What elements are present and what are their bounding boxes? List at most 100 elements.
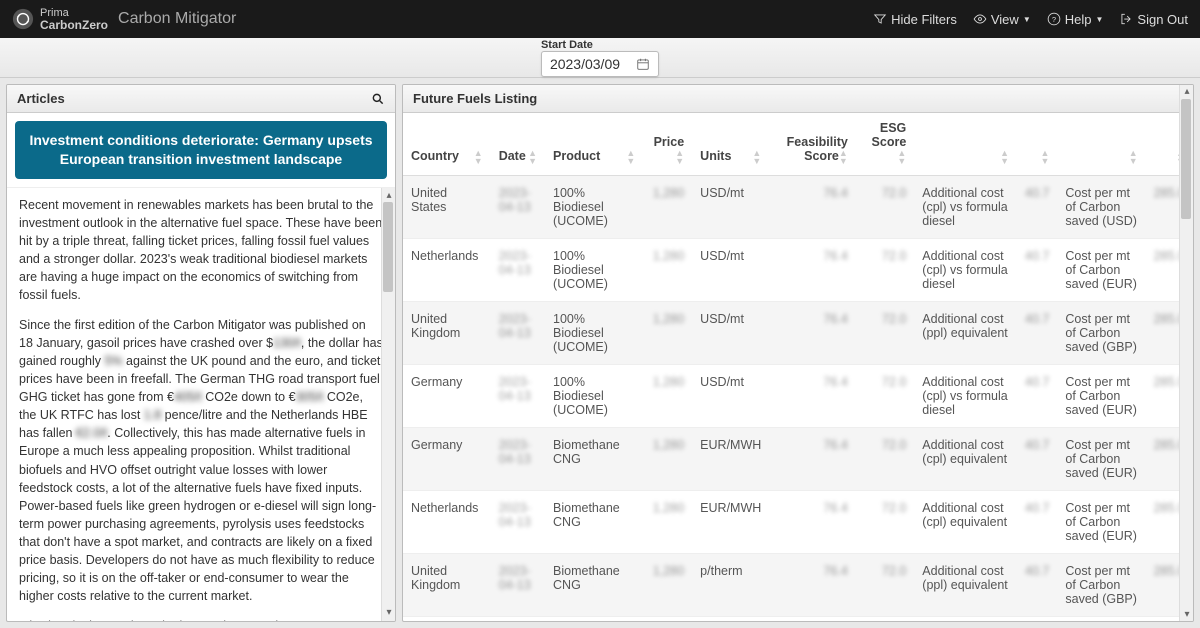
sort-icon[interactable]: ▲▼	[1040, 149, 1049, 165]
cell-country: United States	[403, 176, 491, 239]
cell-feasibility: 76.4	[769, 617, 856, 622]
col-extra2[interactable]: ▲▼	[1057, 113, 1145, 176]
cell-extra1-val: 40.7	[1017, 176, 1057, 239]
table-row[interactable]: United States2023-04-13Biomethane CNG1,2…	[403, 617, 1193, 622]
app-title: Carbon Mitigator	[118, 10, 236, 28]
cell-country: Germany	[403, 365, 491, 428]
cell-extra2: Cost per mt of Carbon saved (EUR)	[1057, 365, 1145, 428]
sort-icon[interactable]: ▲▼	[752, 149, 761, 165]
cell-date: 2023-04-13	[491, 239, 545, 302]
calendar-icon	[636, 57, 650, 71]
sort-icon[interactable]: ▲▼	[1000, 149, 1009, 165]
cell-extra1: Additional cost (cpl) equivalent	[914, 428, 1017, 491]
cell-feasibility: 76.4	[769, 176, 856, 239]
help-menu[interactable]: ? Help ▼	[1047, 12, 1104, 27]
sign-out-button[interactable]: Sign Out	[1119, 12, 1188, 27]
articles-title: Articles	[17, 91, 65, 106]
col-product[interactable]: Product▲▼	[545, 113, 643, 176]
sort-icon[interactable]: ▲▼	[897, 149, 906, 165]
sort-icon[interactable]: ▲▼	[626, 149, 635, 165]
cell-feasibility: 76.4	[769, 428, 856, 491]
col-extra1[interactable]: ▲▼	[914, 113, 1017, 176]
cell-esg: 72.0	[856, 428, 914, 491]
sort-icon[interactable]: ▲▼	[1129, 149, 1138, 165]
sign-out-icon	[1119, 12, 1133, 26]
cell-extra1: Additional cost (cpl) vs formula diesel	[914, 239, 1017, 302]
brand-logo: Prima CarbonZero	[12, 8, 108, 31]
brand-line1: Prima	[40, 8, 108, 19]
cell-extra1: Additional cost (cpl) vs formula diesel	[914, 176, 1017, 239]
cell-country: Germany	[403, 428, 491, 491]
cell-country: Netherlands	[403, 491, 491, 554]
cell-price: 1,280	[643, 239, 692, 302]
sort-icon[interactable]: ▲▼	[839, 149, 848, 165]
start-date-input[interactable]: 2023/03/09	[541, 51, 659, 77]
table-row[interactable]: United States2023-04-13100% Biodiesel (U…	[403, 176, 1193, 239]
cell-esg: 72.0	[856, 239, 914, 302]
col-date[interactable]: Date▲▼	[491, 113, 545, 176]
table-row[interactable]: Germany2023-04-13Biomethane CNG1,280EUR/…	[403, 428, 1193, 491]
cell-price: 1,280	[643, 176, 692, 239]
cell-units: p/therm	[692, 554, 769, 617]
scrollbar-thumb[interactable]	[1181, 99, 1191, 219]
scroll-down-icon[interactable]: ▾	[1182, 609, 1192, 620]
cell-date: 2023-04-13	[491, 302, 545, 365]
cell-extra1: Additional cost (cpl) vs formula diesel	[914, 365, 1017, 428]
cell-product: 100% Biodiesel (UCOME)	[545, 302, 643, 365]
cell-esg: 72.0	[856, 302, 914, 365]
app-header: Prima CarbonZero Carbon Mitigator Hide F…	[0, 0, 1200, 38]
scrollbar-thumb[interactable]	[383, 202, 393, 292]
cell-product: Biomethane CNG	[545, 554, 643, 617]
table-row[interactable]: Netherlands2023-04-13Biomethane CNG1,280…	[403, 491, 1193, 554]
col-esg[interactable]: ESG Score▲▼	[856, 113, 914, 176]
cell-product: 100% Biodiesel (UCOME)	[545, 239, 643, 302]
cell-price: 1,280	[643, 554, 692, 617]
table-row[interactable]: United Kingdom2023-04-13100% Biodiesel (…	[403, 302, 1193, 365]
search-icon[interactable]	[371, 92, 385, 106]
listing-title: Future Fuels Listing	[413, 91, 537, 106]
article-headline[interactable]: Investment conditions deteriorate: Germa…	[15, 121, 387, 179]
view-menu[interactable]: View ▼	[973, 12, 1031, 27]
cell-esg: 72.0	[856, 365, 914, 428]
scroll-up-icon[interactable]: ▴	[1182, 86, 1192, 97]
sort-icon[interactable]: ▲▼	[474, 149, 483, 165]
chevron-down-icon: ▼	[1023, 15, 1031, 24]
cell-extra2: Cost per mt of Carbon saved (EUR)	[1057, 491, 1145, 554]
article-para: It is clear in the numbers the impact th…	[19, 617, 383, 621]
brand-icon	[12, 8, 34, 30]
start-date-label: Start Date	[541, 39, 593, 51]
cell-date: 2023-04-13	[491, 617, 545, 622]
sort-icon[interactable]: ▲▼	[675, 149, 684, 165]
col-units[interactable]: Units▲▼	[692, 113, 769, 176]
scrollbar[interactable]: ▴ ▾	[381, 188, 395, 621]
cell-esg: 72.0	[856, 617, 914, 622]
cell-price: 1,280	[643, 617, 692, 622]
col-price[interactable]: Price▲▼	[643, 113, 692, 176]
cell-extra1: Additional cost (cpl) equivalent	[914, 617, 1017, 622]
table-row[interactable]: United Kingdom2023-04-13Biomethane CNG1,…	[403, 554, 1193, 617]
col-extra1-val[interactable]: ▲▼	[1017, 113, 1057, 176]
table-row[interactable]: Germany2023-04-13100% Biodiesel (UCOME)1…	[403, 365, 1193, 428]
cell-price: 1,280	[643, 365, 692, 428]
table-row[interactable]: Netherlands2023-04-13100% Biodiesel (UCO…	[403, 239, 1193, 302]
col-country[interactable]: Country▲▼	[403, 113, 491, 176]
cell-extra1: Additional cost (cpl) equivalent	[914, 491, 1017, 554]
cell-extra1-val: 40.7	[1017, 365, 1057, 428]
cell-extra2: Cost per mt of Carbon saved (USD)	[1057, 176, 1145, 239]
cell-esg: 72.0	[856, 554, 914, 617]
scroll-down-icon[interactable]: ▾	[384, 606, 394, 621]
cell-feasibility: 76.4	[769, 302, 856, 365]
cell-extra1-val: 40.7	[1017, 554, 1057, 617]
cell-units: USD/mt	[692, 176, 769, 239]
cell-units: USD/cbm	[692, 617, 769, 622]
cell-price: 1,280	[643, 302, 692, 365]
cell-esg: 72.0	[856, 491, 914, 554]
scrollbar[interactable]: ▴ ▾	[1179, 85, 1193, 621]
cell-extra2: Cost per mt of Carbon saved (EUR)	[1057, 428, 1145, 491]
sort-icon[interactable]: ▲▼	[528, 149, 537, 165]
cell-price: 1,280	[643, 428, 692, 491]
hide-filters-button[interactable]: Hide Filters	[873, 12, 957, 27]
cell-country: Netherlands	[403, 239, 491, 302]
col-feasibility[interactable]: Feasibility Score▲▼	[769, 113, 856, 176]
cell-date: 2023-04-13	[491, 491, 545, 554]
